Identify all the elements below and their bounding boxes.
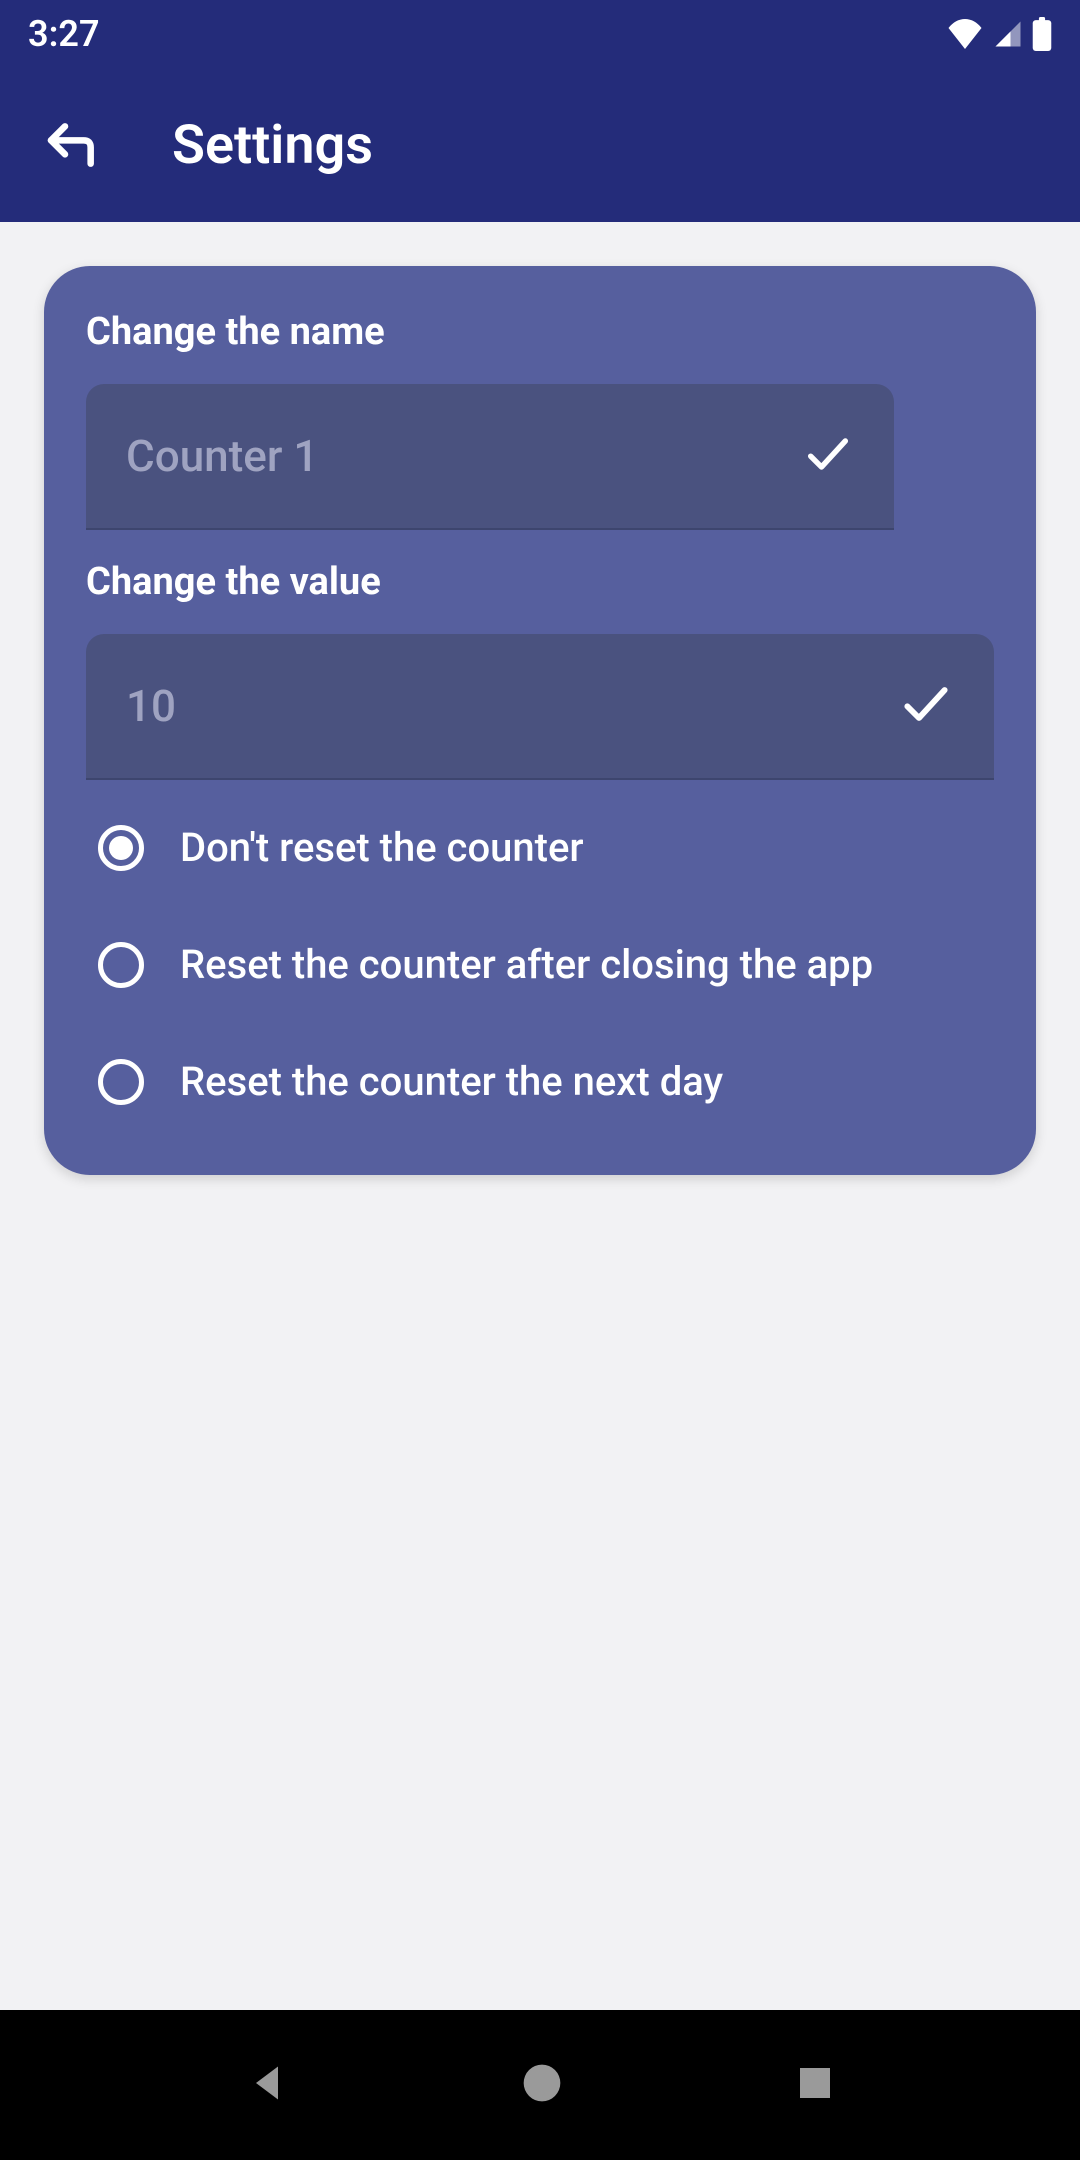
circle-home-icon [520, 2061, 564, 2105]
change-value-label: Change the value [86, 560, 994, 604]
battery-icon [1032, 17, 1052, 51]
settings-card: Change the name Counter 1 Change the val… [44, 266, 1036, 1175]
square-recent-icon [795, 2063, 835, 2103]
wifi-icon [946, 19, 984, 49]
name-input[interactable]: Counter 1 [86, 384, 894, 530]
value-input[interactable]: 10 [86, 634, 994, 780]
check-icon [898, 676, 954, 732]
radio-reset-on-close[interactable]: Reset the counter after closing the app [98, 941, 994, 988]
app-bar: Settings [0, 68, 1080, 222]
change-name-label: Change the name [86, 310, 994, 354]
nav-recent-button[interactable] [795, 2063, 835, 2107]
triangle-back-icon [245, 2061, 289, 2105]
back-button[interactable] [44, 117, 100, 173]
status-bar: 3:27 [0, 0, 1080, 68]
check-icon [802, 428, 854, 480]
confirm-value-button[interactable] [898, 676, 954, 736]
radio-label: Reset the counter the next day [180, 1058, 723, 1105]
radio-label: Don't reset the counter [180, 824, 584, 871]
radio-button-icon [98, 825, 144, 871]
back-arrow-icon [44, 117, 100, 173]
nav-back-button[interactable] [245, 2061, 289, 2109]
status-time: 3:27 [28, 13, 100, 55]
radio-dont-reset[interactable]: Don't reset the counter [98, 824, 994, 871]
content: Change the name Counter 1 Change the val… [0, 222, 1080, 2010]
page-title: Settings [172, 114, 373, 177]
system-nav-bar [0, 2010, 1080, 2160]
value-input-value: 10 [126, 680, 898, 732]
reset-radio-group: Don't reset the counter Reset the counte… [86, 824, 994, 1105]
status-icons [946, 17, 1052, 51]
name-input-value: Counter 1 [126, 430, 802, 482]
signal-icon [992, 19, 1024, 49]
radio-button-icon [98, 1059, 144, 1105]
radio-reset-next-day[interactable]: Reset the counter the next day [98, 1058, 994, 1105]
radio-button-icon [98, 942, 144, 988]
confirm-name-button[interactable] [802, 428, 854, 484]
radio-label: Reset the counter after closing the app [180, 941, 873, 988]
nav-home-button[interactable] [520, 2061, 564, 2109]
